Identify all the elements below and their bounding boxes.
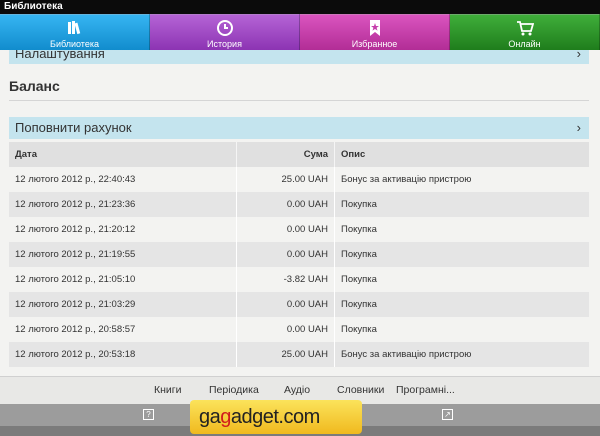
tab-online-label: Онлайн [508,39,541,49]
tab-favorites-label: Избранное [351,39,398,49]
cell-date: 12 лютого 2012 р., 22:40:43 [9,167,237,192]
cell-amount: 25.00 UAH [237,167,335,192]
cell-amount: 0.00 UAH [237,242,335,267]
cell-date: 12 лютого 2012 р., 20:53:18 [9,342,237,367]
category-periodicals[interactable]: Періодика [209,384,259,396]
cell-date: 12 лютого 2012 р., 21:23:36 [9,192,237,217]
topup-button[interactable]: Поповнити рахунок › [9,117,589,139]
cell-amount: 0.00 UAH [237,317,335,342]
table-row: 12 лютого 2012 р., 20:53:18 25.00 UAH Бону… [9,342,589,367]
cell-amount: 0.00 UAH [237,192,335,217]
cell-date: 12 лютого 2012 р., 21:20:12 [9,217,237,242]
table-row: 12 лютого 2012 р., 21:03:29 0.00 UAH Покуп… [9,292,589,317]
books-icon [67,21,80,35]
cell-date: 12 лютого 2012 р., 21:19:55 [9,242,237,267]
external-link-icon[interactable]: ↗ [442,409,453,420]
cell-description: Бонус за активацію пристрою [341,349,472,360]
bookmark-star-icon [369,20,380,36]
tab-favorites[interactable]: Избранное [300,14,450,50]
page-title: Баланс [9,78,60,94]
cell-amount: 25.00 UAH [237,342,335,367]
cell-description: Покупка [341,224,377,235]
cell-date: 12 лютого 2012 р., 20:58:57 [9,317,237,342]
category-dictionaries[interactable]: Словники [337,384,384,396]
watermark-logo: gagadget.com [190,400,362,434]
category-software[interactable]: Програмні... [396,384,455,396]
table-header: Дата Сума Опис [9,142,589,167]
help-icon[interactable]: ? [143,409,154,420]
transactions-table: Дата Сума Опис 12 лютого 2012 р., 22:40:… [9,142,589,367]
topup-label: Поповнити рахунок [15,120,132,135]
cell-description: Покупка [341,324,377,335]
tab-history[interactable]: История [150,14,300,50]
balance-page: Налаштування › Баланс Поповнити рахунок … [0,50,600,376]
cell-description: Покупка [341,274,377,285]
category-audio[interactable]: Аудіо [284,384,310,396]
settings-label: Налаштування [15,50,105,61]
cell-amount: 0.00 UAH [237,292,335,317]
cell-date: 12 лютого 2012 р., 21:03:29 [9,292,237,317]
cell-description: Бонус за активацію пристрою [341,174,472,185]
window-title: Библиотека [0,0,600,14]
tab-library[interactable]: Библиотека [0,14,150,50]
cell-date: 12 лютого 2012 р., 21:05:10 [9,267,237,292]
table-row: 12 лютого 2012 р., 21:05:10 -3.82 UAH Поку… [9,267,589,292]
tab-history-label: История [207,39,242,49]
watermark-prefix: ga [199,406,221,428]
table-row: 12 лютого 2012 р., 21:23:36 0.00 UAH Покуп… [9,192,589,217]
column-header-amount: Сума [237,142,335,167]
settings-row[interactable]: Налаштування › [9,50,589,64]
watermark-suffix: adget.com [230,406,320,428]
divider [9,100,589,101]
column-header-description: Опис [341,149,366,160]
cell-amount: 0.00 UAH [237,217,335,242]
table-row: 12 лютого 2012 р., 21:20:12 0.00 UAH Покуп… [9,217,589,242]
chevron-right-icon: › [576,50,581,61]
main-nav: Библиотека История Избранное Онлайн [0,14,600,50]
watermark-highlight: g [220,406,231,428]
table-row: 12 лютого 2012 р., 22:40:43 25.00 UAH Бону… [9,167,589,192]
shopping-cart-icon [516,21,534,36]
cell-description: Покупка [341,299,377,310]
table-row: 12 лютого 2012 р., 20:58:57 0.00 UAH Покуп… [9,317,589,342]
clock-icon [216,20,233,36]
chevron-right-icon: › [576,120,581,135]
cell-description: Покупка [341,249,377,260]
cell-description: Покупка [341,199,377,210]
cell-amount: -3.82 UAH [237,267,335,292]
category-books[interactable]: Книги [154,384,181,396]
tab-online[interactable]: Онлайн [450,14,600,50]
table-row: 12 лютого 2012 р., 21:19:55 0.00 UAH Покуп… [9,242,589,267]
column-header-date: Дата [9,142,237,167]
tab-library-label: Библиотека [50,39,99,49]
